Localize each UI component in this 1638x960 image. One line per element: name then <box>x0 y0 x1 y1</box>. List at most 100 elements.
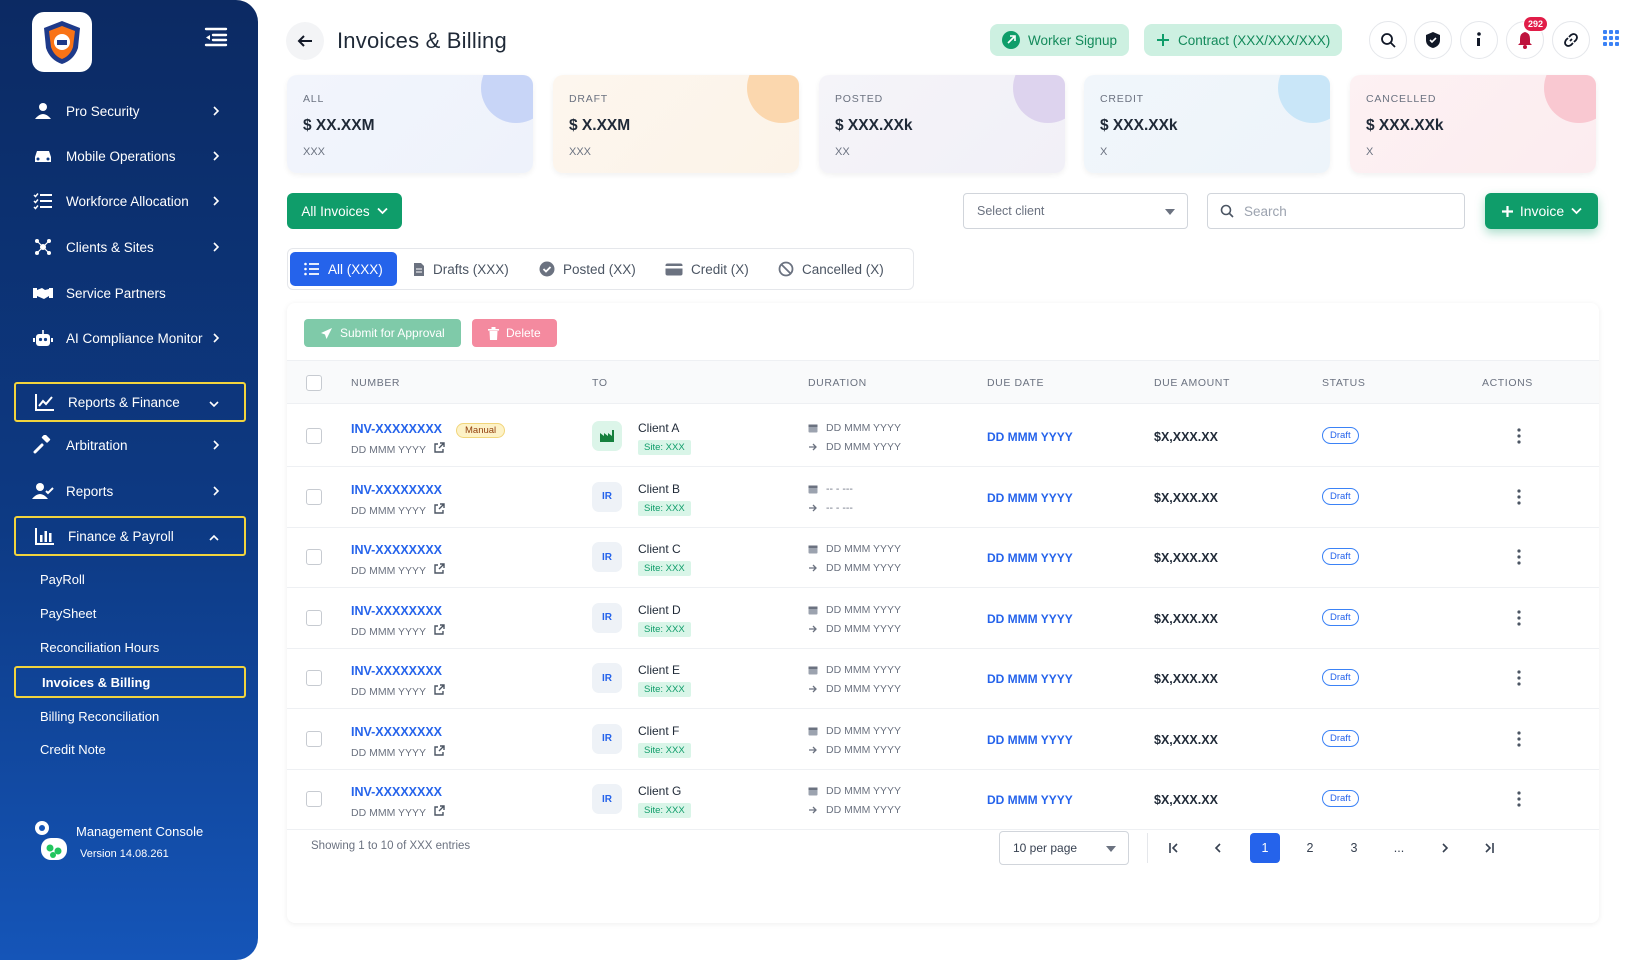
table-row[interactable]: INV-XXXXXXXX DD MMM YYYY IR Client F Site: X… <box>287 707 1599 770</box>
sidebar-sub-billing-reconciliation[interactable]: Billing Reconciliation <box>14 700 246 732</box>
open-invoice-button[interactable] <box>433 563 445 575</box>
sidebar-sub-invoices-billing[interactable]: Invoices & Billing <box>14 666 246 698</box>
sidebar-item-ai-compliance[interactable]: AI Compliance Monitor <box>14 318 246 358</box>
select-all-checkbox[interactable] <box>306 375 322 391</box>
search-box[interactable] <box>1207 193 1465 229</box>
back-button[interactable] <box>286 22 324 60</box>
open-invoice-button[interactable] <box>433 744 445 757</box>
open-invoice-button[interactable] <box>433 805 445 817</box>
site-tag: Site: XXX <box>638 621 691 637</box>
shield-button[interactable] <box>1414 21 1452 59</box>
last-page-button[interactable] <box>1474 833 1504 863</box>
open-invoice-button[interactable] <box>433 502 445 515</box>
stat-card-draft[interactable]: DRAFT $ X.XXM XXX <box>553 75 799 173</box>
row-actions-button[interactable] <box>1512 729 1526 749</box>
invoice-number-link[interactable]: INV-XXXXXXXX <box>351 604 442 618</box>
info-button[interactable] <box>1460 21 1498 59</box>
select-client-dropdown[interactable]: Select client <box>963 193 1188 229</box>
sidebar-item-label: Mobile Operations <box>66 148 176 164</box>
invoice-number-link[interactable]: INV-XXXXXXXX <box>351 483 442 497</box>
sidebar-item-arbitration[interactable]: Arbitration <box>14 425 246 465</box>
table-row[interactable]: INV-XXXXXXXX DD MMM YYYY IR Client B Site: X… <box>287 465 1599 528</box>
chevron-right-icon <box>213 333 220 343</box>
sidebar-item-mobile-operations[interactable]: Mobile Operations <box>14 136 246 176</box>
table-row[interactable]: INV-XXXXXXXX Manual DD MMM YYYY Client A Sit… <box>287 404 1599 467</box>
invoice-date: DD MMM YYYY <box>351 746 427 759</box>
row-checkbox[interactable] <box>306 730 322 747</box>
sidebar-sub-credit-note[interactable]: Credit Note <box>14 733 246 765</box>
invoice-number-link[interactable]: INV-XXXXXXXX <box>351 543 442 557</box>
sidebar-item-workforce-allocation[interactable]: Workforce Allocation <box>14 181 246 221</box>
next-page-button[interactable] <box>1430 833 1460 863</box>
column-header-status: STATUS <box>1322 377 1366 389</box>
row-checkbox[interactable] <box>306 791 322 807</box>
row-actions-button[interactable] <box>1512 426 1526 446</box>
sidebar-item-service-partners[interactable]: Service Partners <box>14 273 246 313</box>
tab-drafts[interactable]: Drafts (XXX) <box>399 252 523 286</box>
page-2-button[interactable]: 2 <box>1295 833 1325 863</box>
sidebar-item-label: Pro Security <box>66 103 140 119</box>
row-checkbox[interactable] <box>306 428 322 444</box>
prev-page-button[interactable] <box>1203 833 1233 863</box>
table-row[interactable]: INV-XXXXXXXX DD MMM YYYY IR Client C Site: X… <box>287 525 1599 588</box>
stat-card-posted[interactable]: POSTED $ XXX.XXk XX <box>819 75 1065 173</box>
open-invoice-button[interactable] <box>433 684 445 696</box>
add-invoice-button[interactable]: Invoice <box>1485 193 1598 229</box>
contract-button[interactable]: Contract (XXX/XXX/XXX) <box>1144 24 1343 56</box>
submit-approval-button[interactable]: Submit for Approval <box>304 319 461 347</box>
submit-label: Submit for Approval <box>340 326 445 340</box>
invoice-number-link[interactable]: INV-XXXXXXXX <box>351 422 442 436</box>
tab-cancelled[interactable]: Cancelled (X) <box>764 252 898 286</box>
entries-info: Showing 1 to 10 of XXX entries <box>311 840 471 852</box>
search-button[interactable] <box>1369 21 1407 59</box>
link-button[interactable] <box>1552 21 1590 59</box>
first-page-button[interactable] <box>1159 833 1189 863</box>
invoice-number-link[interactable]: INV-XXXXXXXX <box>351 664 442 678</box>
table-row[interactable]: INV-XXXXXXXX DD MMM YYYY IR Client D Site: X… <box>287 586 1599 649</box>
row-checkbox[interactable] <box>306 670 322 686</box>
row-checkbox[interactable] <box>306 549 322 565</box>
open-invoice-button[interactable] <box>433 442 445 454</box>
tab-all[interactable]: All (XXX) <box>290 252 397 286</box>
stat-card-credit[interactable]: CREDIT $ XXX.XXk X <box>1084 75 1330 173</box>
sidebar-sub-paysheet[interactable]: PaySheet <box>14 597 246 629</box>
row-actions-button[interactable] <box>1512 668 1526 688</box>
worker-signup-button[interactable]: Worker Signup <box>990 24 1130 56</box>
company-logo[interactable] <box>32 12 92 72</box>
management-console[interactable]: Management Console Version 14.08.261 <box>32 818 203 862</box>
menu-collapse-icon[interactable] <box>204 26 230 50</box>
sidebar-item-pro-security[interactable]: Pro Security <box>14 91 246 131</box>
row-actions-button[interactable] <box>1512 547 1526 567</box>
page-3-button[interactable]: 3 <box>1339 833 1369 863</box>
row-actions-button[interactable] <box>1512 789 1526 809</box>
page-1-button[interactable]: 1 <box>1250 833 1280 863</box>
sidebar-item-reports-finance[interactable]: Reports & Finance <box>14 382 246 422</box>
table-row[interactable]: INV-XXXXXXXX DD MMM YYYY IR Client G Site: X… <box>287 767 1599 830</box>
tab-posted[interactable]: Posted (XX) <box>525 252 650 286</box>
stat-card-cancelled[interactable]: CANCELLED $ XXX.XXk X <box>1350 75 1596 173</box>
sidebar-item-reports[interactable]: Reports <box>14 471 246 511</box>
sidebar-sub-reconciliation-hours[interactable]: Reconciliation Hours <box>14 631 246 663</box>
tab-credit[interactable]: Credit (X) <box>651 252 763 286</box>
row-actions-button[interactable] <box>1512 487 1526 507</box>
invoice-number-link[interactable]: INV-XXXXXXXX <box>351 725 442 739</box>
row-checkbox[interactable] <box>306 609 322 626</box>
apps-grid-icon[interactable] <box>1603 30 1619 46</box>
stat-card-all[interactable]: ALL $ XX.XXM XXX <box>287 75 533 173</box>
per-page-select[interactable]: 10 per page <box>999 831 1129 865</box>
sidebar-sub-payroll[interactable]: PayRoll <box>14 563 246 595</box>
search-input[interactable] <box>1244 203 1444 219</box>
stat-value: $ XXX.XXk <box>1366 117 1444 134</box>
sidebar-item-clients-sites[interactable]: Clients & Sites <box>14 227 246 267</box>
open-invoice-button[interactable] <box>433 623 445 636</box>
invoice-number-link[interactable]: INV-XXXXXXXX <box>351 785 442 799</box>
all-invoices-dropdown[interactable]: All Invoices <box>287 193 402 229</box>
delete-button[interactable]: Delete <box>472 319 557 347</box>
notifications-button[interactable]: 292 <box>1506 16 1549 59</box>
row-checkbox[interactable] <box>306 488 322 505</box>
car-icon <box>32 145 54 167</box>
chevron-right-icon <box>213 196 220 206</box>
sidebar-item-finance-payroll[interactable]: Finance & Payroll <box>14 516 246 556</box>
table-row[interactable]: INV-XXXXXXXX DD MMM YYYY IR Client E Site: X… <box>287 646 1599 709</box>
row-actions-button[interactable] <box>1512 608 1526 628</box>
